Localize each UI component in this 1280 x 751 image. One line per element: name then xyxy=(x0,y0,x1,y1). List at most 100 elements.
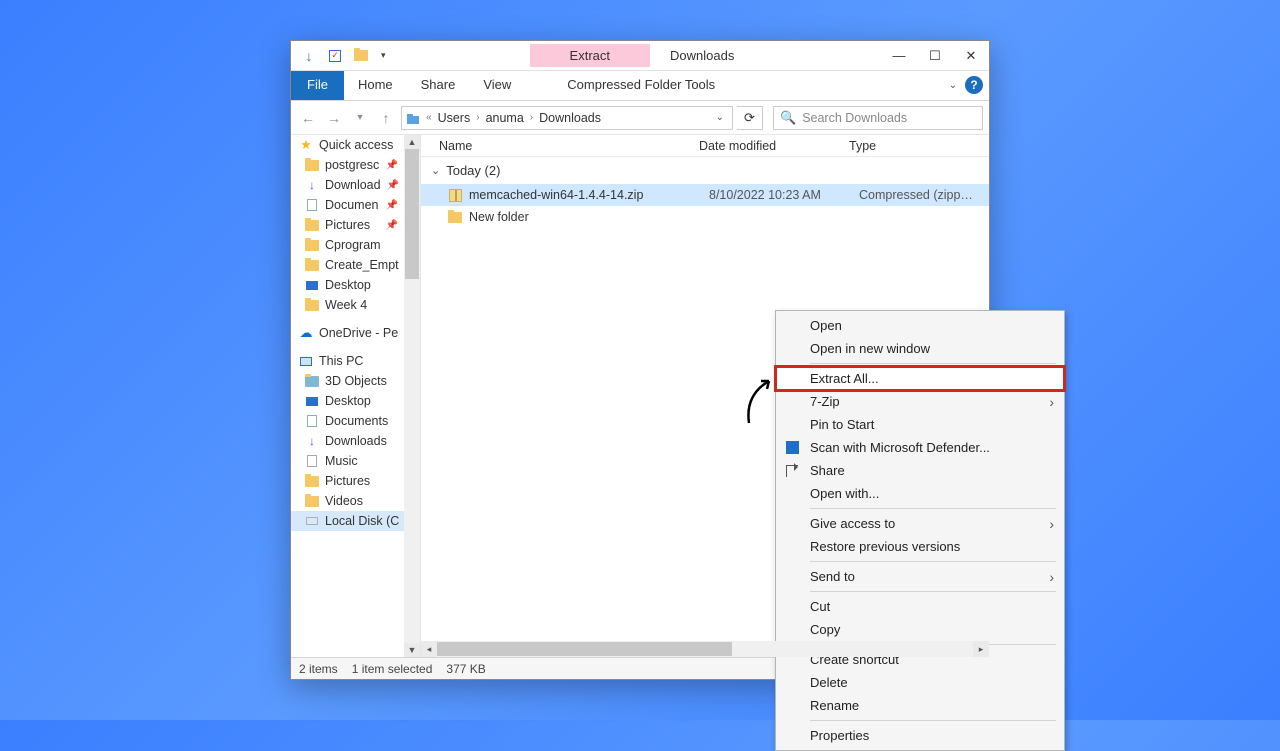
tab-share[interactable]: Share xyxy=(407,71,470,100)
sidebar-item[interactable]: Local Disk (C xyxy=(291,511,420,531)
sidebar-item[interactable]: Documen📌 xyxy=(291,195,420,215)
scroll-left-icon[interactable]: ◂ xyxy=(421,641,437,657)
up-button[interactable]: ↑ xyxy=(375,107,397,129)
file-row[interactable]: New folder xyxy=(421,206,989,228)
sidebar-item[interactable]: ↓Downloads xyxy=(291,431,420,451)
sidebar-item[interactable]: Pictures📌 xyxy=(291,215,420,235)
sidebar-label: This PC xyxy=(319,354,363,368)
minimize-button[interactable]: — xyxy=(881,42,917,70)
sidebar-item[interactable]: Cprogram xyxy=(291,235,420,255)
scroll-right-icon[interactable]: ▸ xyxy=(973,641,989,657)
status-count: 2 items xyxy=(299,662,338,676)
column-headers: Name Date modified Type xyxy=(421,135,989,157)
sidebar-onedrive[interactable]: ☁ OneDrive - Pe xyxy=(291,323,420,343)
menu-item-open-in-new-window[interactable]: Open in new window xyxy=(776,337,1064,360)
menu-item-restore-previous-versions[interactable]: Restore previous versions xyxy=(776,535,1064,558)
refresh-button[interactable]: ⟳ xyxy=(737,106,763,130)
menu-item-send-to[interactable]: Send to xyxy=(776,565,1064,588)
menu-separator xyxy=(810,720,1056,721)
menu-item-label: Open in new window xyxy=(810,341,930,356)
menu-item-7-zip[interactable]: 7-Zip xyxy=(776,390,1064,413)
shield-icon xyxy=(784,440,800,456)
search-input[interactable]: 🔍 Search Downloads xyxy=(773,106,983,130)
sidebar-item[interactable]: postgresc📌 xyxy=(291,155,420,175)
ribbon-context-tab[interactable]: Extract xyxy=(530,44,650,67)
scroll-thumb[interactable] xyxy=(405,149,419,279)
down-arrow-icon[interactable]: ↓ xyxy=(299,46,319,66)
close-button[interactable]: ✕ xyxy=(953,42,989,70)
address-bar[interactable]: « Users › anuma › Downloads ⌄ xyxy=(401,106,733,130)
properties-qat-icon[interactable]: ✓ xyxy=(325,46,345,66)
menu-item-open[interactable]: Open xyxy=(776,314,1064,337)
breadcrumb-segment[interactable]: anuma xyxy=(482,111,528,125)
menu-item-label: Share xyxy=(810,463,845,478)
column-type[interactable]: Type xyxy=(849,139,989,153)
scroll-thumb[interactable] xyxy=(437,642,732,656)
group-header[interactable]: ⌄ Today (2) xyxy=(421,157,989,184)
file-date: 8/10/2022 10:23 AM xyxy=(709,188,859,202)
sidebar-item-label: Documen xyxy=(325,198,379,212)
file-row[interactable]: memcached-win64-1.4.4-14.zip8/10/2022 10… xyxy=(421,184,989,206)
breadcrumb-segment[interactable]: Downloads xyxy=(535,111,605,125)
sidebar-item[interactable]: Pictures xyxy=(291,471,420,491)
file-tab[interactable]: File xyxy=(291,71,344,100)
menu-item-copy[interactable]: Copy xyxy=(776,618,1064,641)
menu-separator xyxy=(810,508,1056,509)
scroll-down-icon[interactable]: ▼ xyxy=(404,643,420,657)
back-button[interactable]: ← xyxy=(297,107,319,129)
folder-icon xyxy=(305,158,319,172)
column-date[interactable]: Date modified xyxy=(699,139,849,153)
body: ★ Quick access postgresc📌↓Download📌Docum… xyxy=(291,135,989,657)
scroll-up-icon[interactable]: ▲ xyxy=(404,135,420,149)
menu-item-scan-with-microsoft-defender[interactable]: Scan with Microsoft Defender... xyxy=(776,436,1064,459)
sidebar-item[interactable]: Desktop xyxy=(291,391,420,411)
sidebar-item[interactable]: Create_Empt xyxy=(291,255,420,275)
recent-dropdown-icon[interactable]: ▾ xyxy=(349,107,371,129)
navbar: ← → ▾ ↑ « Users › anuma › Downloads ⌄ ⟳ … xyxy=(291,101,989,135)
menu-item-label: Scan with Microsoft Defender... xyxy=(810,440,990,455)
sidebar-item[interactable]: Desktop xyxy=(291,275,420,295)
qat-dropdown-icon[interactable]: ▾ xyxy=(377,50,390,61)
pin-icon: 📌 xyxy=(386,160,398,171)
sidebar-item[interactable]: Documents xyxy=(291,411,420,431)
folder-icon[interactable] xyxy=(351,46,371,66)
menu-item-label: Delete xyxy=(810,675,848,690)
menu-item-give-access-to[interactable]: Give access to xyxy=(776,512,1064,535)
sidebar-item[interactable]: Videos xyxy=(291,491,420,511)
menu-item-share[interactable]: Share xyxy=(776,459,1064,482)
forward-button[interactable]: → xyxy=(323,107,345,129)
sidebar-item[interactable]: Music xyxy=(291,451,420,471)
folder-icon xyxy=(305,474,319,488)
menu-item-cut[interactable]: Cut xyxy=(776,595,1064,618)
column-name[interactable]: Name xyxy=(439,139,699,153)
sidebar-scrollbar[interactable]: ▲ ▼ xyxy=(404,135,420,657)
help-icon[interactable]: ? xyxy=(965,76,983,94)
tab-home[interactable]: Home xyxy=(344,71,407,100)
breadcrumb-segment[interactable]: Users xyxy=(434,111,475,125)
sidebar-quick-access[interactable]: ★ Quick access xyxy=(291,135,420,155)
disk-icon xyxy=(305,514,319,528)
menu-item-delete[interactable]: Delete xyxy=(776,671,1064,694)
sidebar-item[interactable]: Week 4 xyxy=(291,295,420,315)
tab-compressed-tools[interactable]: Compressed Folder Tools xyxy=(555,71,727,100)
menu-item-rename[interactable]: Rename xyxy=(776,694,1064,717)
maximize-button[interactable]: ☐ xyxy=(917,42,953,70)
horizontal-scrollbar[interactable]: ◂ ▸ xyxy=(421,641,989,657)
sidebar-item-label: Desktop xyxy=(325,278,371,292)
sidebar-item[interactable]: ↓Download📌 xyxy=(291,175,420,195)
tab-view[interactable]: View xyxy=(469,71,525,100)
menu-item-pin-to-start[interactable]: Pin to Start xyxy=(776,413,1064,436)
sidebar-item-label: Music xyxy=(325,454,358,468)
ribbon-collapse-icon[interactable]: ⌄ xyxy=(941,71,965,100)
address-dropdown-icon[interactable]: ⌄ xyxy=(712,112,728,123)
menu-item-open-with[interactable]: Open with... xyxy=(776,482,1064,505)
sidebar-this-pc[interactable]: This PC xyxy=(291,351,420,371)
menu-item-label: Properties xyxy=(810,728,869,743)
download-icon: ↓ xyxy=(305,178,319,192)
menu-item-properties[interactable]: Properties xyxy=(776,724,1064,747)
sidebar-item-label: 3D Objects xyxy=(325,374,387,388)
sidebar-item-label: Documents xyxy=(325,414,388,428)
content-area: Name Date modified Type ⌄ Today (2) memc… xyxy=(421,135,989,657)
menu-item-extract-all[interactable]: Extract All... xyxy=(776,367,1064,390)
sidebar-item[interactable]: 3D Objects xyxy=(291,371,420,391)
